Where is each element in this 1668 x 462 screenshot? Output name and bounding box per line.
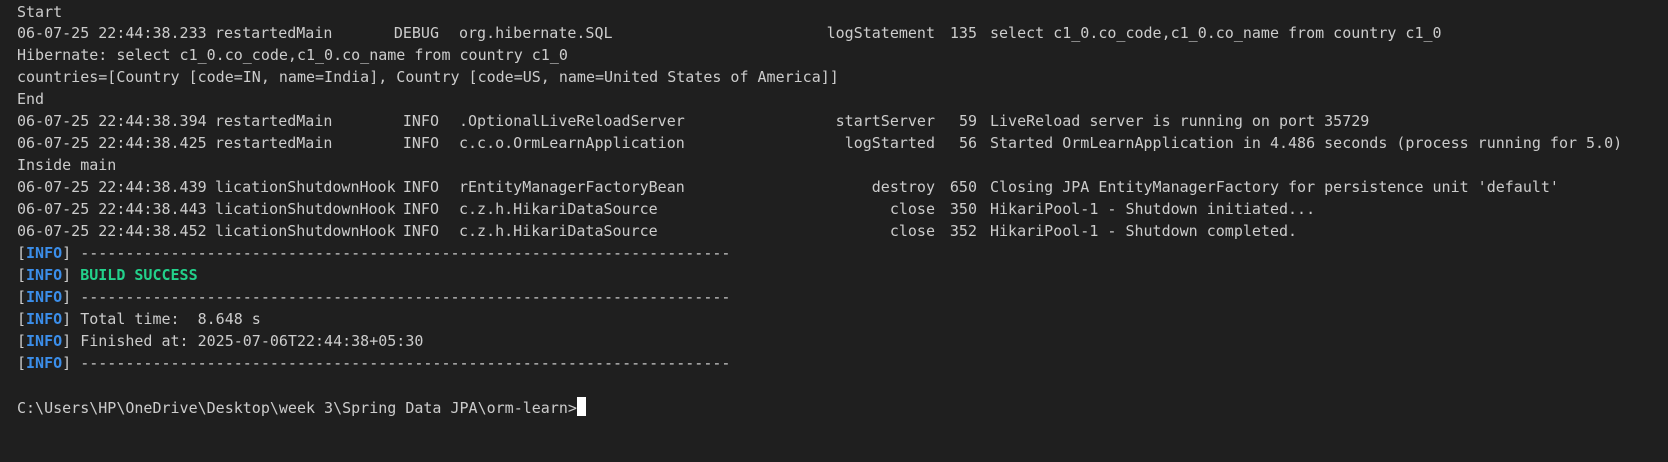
maven-separator-line: [INFO] ---------------------------------… (17, 286, 730, 308)
separator-text: ----------------------------------------… (80, 288, 731, 306)
hibernate-line: Hibernate: select c1_0.co_code,c1_0.co_n… (17, 46, 568, 64)
log-level: INFO (402, 134, 439, 152)
total-time-line: [INFO] Total time: 8.648 s (17, 308, 261, 330)
info-tag: INFO (26, 332, 63, 350)
bracket: ] (62, 310, 72, 328)
log-line-number: 56 (958, 134, 977, 152)
finished-at-text: Finished at: 2025-07-06T22:44:38+05:30 (80, 332, 424, 350)
log-line-number: 650 (949, 178, 977, 196)
log-message: Started OrmLearnApplication in 4.486 sec… (990, 134, 1623, 152)
build-success-text: BUILD SUCCESS (80, 266, 198, 284)
command-prompt-line[interactable]: C:\Users\HP\OneDrive\Desktop\week 3\Spri… (17, 397, 586, 419)
log-timestamp: 06-07-25 22:44:38.233 (17, 24, 207, 42)
log-method: destroy (871, 178, 935, 196)
log-line-number: 352 (949, 222, 977, 240)
bracket: ] (62, 266, 72, 284)
log-logger: org.hibernate.SQL (459, 24, 613, 42)
log-line-number: 350 (949, 200, 977, 218)
countries-line: countries=[Country [code=IN, name=India]… (17, 68, 839, 86)
log-logger: c.z.h.HikariDataSource (459, 200, 658, 218)
maven-separator-line: [INFO] ---------------------------------… (17, 352, 730, 374)
bracket: [ (17, 266, 27, 284)
log-level: INFO (402, 112, 439, 130)
log-method: startServer (835, 112, 935, 130)
log-thread: restartedMain (215, 134, 333, 152)
log-method: logStatement (826, 24, 935, 42)
terminal-output[interactable]: Start 06-07-25 22:44:38.233 restartedMai… (0, 0, 1668, 462)
bracket: [ (17, 244, 27, 262)
finished-at-line: [INFO] Finished at: 2025-07-06T22:44:38+… (17, 330, 423, 352)
log-thread: licationShutdownHook (215, 222, 396, 240)
total-time-text: Total time: 8.648 s (80, 310, 261, 328)
log-message: HikariPool-1 - Shutdown completed. (990, 222, 1298, 240)
prompt-path: C:\Users\HP\OneDrive\Desktop\week 3\Spri… (17, 399, 577, 417)
bracket: [ (17, 354, 27, 372)
log-timestamp: 06-07-25 22:44:38.394 (17, 112, 207, 130)
log-timestamp: 06-07-25 22:44:38.425 (17, 134, 207, 152)
bracket: [ (17, 332, 27, 350)
inside-main-line: Inside main (17, 156, 117, 174)
info-tag: INFO (26, 266, 63, 284)
log-logger: .OptionalLiveReloadServer (459, 112, 685, 130)
bracket: ] (62, 332, 72, 350)
log-row: 06-07-25 22:44:38.425 restartedMain INFO… (17, 132, 1657, 154)
separator-text: ----------------------------------------… (80, 244, 731, 262)
bracket: [ (17, 288, 27, 306)
log-message: LiveReload server is running on port 357… (990, 112, 1370, 130)
log-row: 06-07-25 22:44:38.233 restartedMain DEBU… (17, 22, 1657, 44)
log-thread: licationShutdownHook (215, 178, 396, 196)
info-tag: INFO (26, 354, 63, 372)
info-tag: INFO (26, 244, 63, 262)
log-timestamp: 06-07-25 22:44:38.439 (17, 178, 207, 196)
log-thread: restartedMain (215, 24, 333, 42)
log-method: close (889, 200, 935, 218)
log-message: HikariPool-1 - Shutdown initiated... (990, 200, 1316, 218)
maven-separator-line: [INFO] ---------------------------------… (17, 242, 730, 264)
info-tag: INFO (26, 288, 63, 306)
log-level: INFO (402, 178, 439, 196)
log-line-number: 135 (949, 24, 977, 42)
log-thread: licationShutdownHook (215, 200, 396, 218)
log-level: INFO (402, 200, 439, 218)
log-row: 06-07-25 22:44:38.394 restartedMain INFO… (17, 110, 1657, 132)
bracket: ] (62, 288, 72, 306)
log-message: select c1_0.co_code,c1_0.co_name from co… (990, 24, 1442, 42)
log-message: Closing JPA EntityManagerFactory for per… (990, 178, 1559, 196)
bracket: ] (62, 354, 72, 372)
bracket: [ (17, 310, 27, 328)
info-tag: INFO (26, 310, 63, 328)
build-success-line: [INFO] BUILD SUCCESS (17, 264, 198, 286)
log-method: logStarted (844, 134, 935, 152)
text-cursor[interactable] (576, 397, 586, 416)
log-line-number: 59 (958, 112, 977, 130)
log-logger: c.z.h.HikariDataSource (459, 222, 658, 240)
log-timestamp: 06-07-25 22:44:38.443 (17, 200, 207, 218)
bracket: ] (62, 244, 72, 262)
log-row: 06-07-25 22:44:38.443 licationShutdownHo… (17, 198, 1657, 220)
end-line: End (17, 90, 45, 108)
log-logger: rEntityManagerFactoryBean (459, 178, 685, 196)
start-line: Start (17, 3, 63, 21)
log-timestamp: 06-07-25 22:44:38.452 (17, 222, 207, 240)
separator-text: ----------------------------------------… (80, 354, 731, 372)
log-level: INFO (402, 222, 439, 240)
log-row: 06-07-25 22:44:38.452 licationShutdownHo… (17, 220, 1657, 242)
log-method: close (889, 222, 935, 240)
log-row: 06-07-25 22:44:38.439 licationShutdownHo… (17, 176, 1657, 198)
log-level: DEBUG (393, 24, 439, 42)
log-logger: c.c.o.OrmLearnApplication (459, 134, 685, 152)
log-thread: restartedMain (215, 112, 333, 130)
